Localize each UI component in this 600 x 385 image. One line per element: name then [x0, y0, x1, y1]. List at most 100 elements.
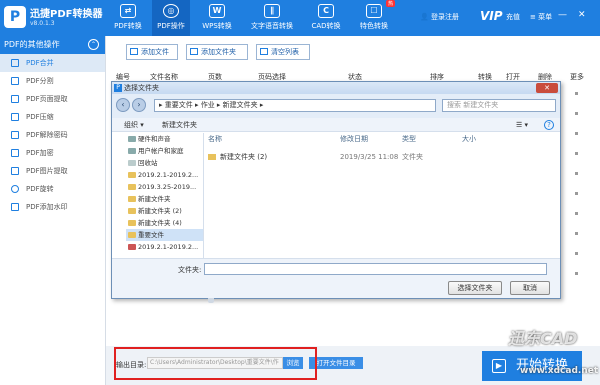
watermark-brand: 迅东CAD — [508, 329, 578, 348]
menu-button[interactable]: ≡ 菜单 — [530, 12, 552, 22]
tree-item[interactable]: 硬件和声音 — [126, 133, 203, 145]
folder-icon — [128, 220, 136, 226]
recharge-link[interactable]: 充值 — [506, 12, 520, 22]
select-folder-dialog: P 选择文件夹 ✕ ‹ › ▸ 重要文件 ▸ 作业 ▸ 新建文件夹 ▸ 搜索 新建文… — [111, 81, 561, 303]
more-dots[interactable] — [575, 272, 578, 275]
address-bar: ‹ › ▸ 重要文件 ▸ 作业 ▸ 新建文件夹 ▸ 搜索 新建文件夹 — [112, 94, 560, 118]
image-icon — [11, 167, 19, 175]
add-folder-button[interactable]: 添加文件夹 — [186, 44, 248, 60]
close-button[interactable]: ✕ — [578, 10, 586, 20]
list-header-date[interactable]: 修改日期 — [340, 133, 368, 145]
nav-cad[interactable]: C CAD转换 — [306, 0, 346, 36]
minimize-button[interactable]: — — [558, 10, 567, 20]
app-logo: P — [4, 6, 26, 28]
sidebar-item-encrypt[interactable]: PDF加密 — [0, 144, 105, 162]
chevron-up-icon[interactable]: ⌃ — [88, 39, 99, 50]
sidebar-item-unlock[interactable]: PDF解除密码 — [0, 126, 105, 144]
tree-item[interactable]: 新建文件夹 (4) — [126, 217, 203, 229]
sidebar-item-compress[interactable]: PDF压缩 — [0, 108, 105, 126]
nav-pdf-convert[interactable]: ⇄ PDF转换 — [110, 0, 146, 36]
command-bar: 组织 ▾ 新建文件夹 ☰ ▾ ? — [112, 118, 560, 132]
select-folder-button[interactable]: 选择文件夹 — [448, 281, 502, 295]
hot-badge: 热 — [385, 0, 395, 7]
trash-icon — [260, 48, 268, 55]
add-folder-icon — [190, 48, 198, 55]
back-button[interactable]: ‹ — [116, 98, 130, 112]
sidebar-item-rotate[interactable]: PDF旋转 — [0, 180, 105, 198]
list-header-name[interactable]: 名称 — [208, 133, 222, 145]
more-dots[interactable] — [575, 192, 578, 195]
folder-tree: 硬件和声音 用户帐户和家庭 回收站 2019.2.1-2019.2... 201… — [126, 133, 214, 303]
more-dots[interactable] — [575, 212, 578, 215]
highlight-box — [114, 347, 317, 380]
pdf-ops-icon: ◎ — [163, 4, 179, 18]
watermark-icon — [11, 203, 19, 211]
lock-icon — [11, 149, 19, 157]
forward-button[interactable]: › — [132, 98, 146, 112]
archive-icon — [128, 244, 136, 250]
hardware-icon — [128, 136, 136, 142]
search-input[interactable]: 搜索 新建文件夹 — [442, 99, 556, 112]
nav-pdf-ops[interactable]: ◎ PDF操作 — [152, 0, 190, 36]
folder-icon — [128, 208, 136, 214]
sidebar: PDF的其他操作 ⌃ PDF合并 PDF分割 PDF页面提取 PDF压缩 PDF解… — [0, 36, 106, 385]
more-dots[interactable] — [575, 252, 578, 255]
list-header-type[interactable]: 类型 — [402, 133, 416, 145]
more-dots[interactable] — [575, 152, 578, 155]
wps-icon: W — [209, 4, 225, 18]
folder-icon — [128, 172, 136, 178]
list-item[interactable]: 新建文件夹 (2) 2019/3/25 11:08 文件夹 — [208, 151, 548, 163]
pdf-convert-icon: ⇄ — [120, 4, 136, 18]
more-dots[interactable] — [575, 92, 578, 95]
open-output-dir-button[interactable]: 打开文件目录 — [309, 357, 363, 369]
folder-icon — [208, 154, 216, 160]
clear-list-button[interactable]: 清空列表 — [256, 44, 310, 60]
more-dots[interactable] — [575, 232, 578, 235]
cancel-button[interactable]: 取消 — [510, 281, 550, 295]
tree-item[interactable]: 回收站 — [126, 157, 203, 169]
nav-voice[interactable]: ∥ 文字语音转换 — [244, 0, 300, 36]
tree-item[interactable]: 新建文件夹 — [126, 193, 203, 205]
sidebar-item-extract-pages[interactable]: PDF页面提取 — [0, 90, 105, 108]
watermark-url: www.xdcad.net — [520, 366, 599, 376]
file-list: 名称 修改日期 类型 大小 新建文件夹 (2) 2019/3/25 11:08 … — [204, 133, 560, 276]
more-dots[interactable] — [575, 112, 578, 115]
folder-name-label: 文件夹: — [178, 266, 202, 274]
tree-item[interactable]: 2019.2.1-2019.2... — [126, 169, 203, 181]
sidebar-item-merge[interactable]: PDF合并 — [0, 54, 105, 72]
play-icon: ▶ — [492, 359, 506, 373]
more-dots[interactable] — [575, 132, 578, 135]
folder-name-input[interactable] — [204, 263, 547, 275]
more-dots[interactable] — [575, 172, 578, 175]
app-small-icon: P — [114, 84, 122, 92]
special-icon: ☐ — [366, 4, 382, 18]
view-menu-icon[interactable]: ☰ ▾ — [516, 118, 528, 132]
organize-menu[interactable]: 组织 ▾ — [124, 118, 144, 132]
new-folder-button[interactable]: 新建文件夹 — [162, 118, 197, 132]
dialog-close-button[interactable]: ✕ — [536, 83, 558, 93]
list-header-size[interactable]: 大小 — [462, 133, 476, 145]
tree-item[interactable]: 新建文件夹 (2) — [126, 205, 203, 217]
nav-special[interactable]: ☐ 特色转换热 — [350, 0, 398, 36]
login-link[interactable]: 👤 登录注册 — [420, 12, 459, 22]
tree-item[interactable]: 2019.3.25-2019... — [126, 181, 203, 193]
address-input[interactable]: ▸ 重要文件 ▸ 作业 ▸ 新建文件夹 ▸ — [154, 99, 436, 112]
unlock-icon — [11, 131, 19, 139]
dialog-footer: 文件夹: 选择文件夹 取消 — [112, 258, 560, 298]
tree-item[interactable]: 2019.2.1-2019.2... — [126, 241, 203, 253]
sidebar-item-extract-images[interactable]: PDF图片提取 — [0, 162, 105, 180]
tree-item[interactable]: 用户帐户和家庭 — [126, 145, 203, 157]
sidebar-item-split[interactable]: PDF分割 — [0, 72, 105, 90]
voice-icon: ∥ — [264, 4, 280, 18]
sidebar-header[interactable]: PDF的其他操作 ⌃ — [0, 36, 105, 54]
dialog-titlebar: P 选择文件夹 ✕ — [112, 82, 560, 94]
nav-wps[interactable]: W WPS转换 — [198, 0, 236, 36]
help-icon[interactable]: ? — [544, 120, 554, 130]
tree-item-selected[interactable]: 重要文件 — [126, 229, 203, 241]
extract-icon — [11, 95, 19, 103]
sidebar-item-watermark[interactable]: PDF添加水印 — [0, 198, 105, 216]
app-version: v8.0.1.3 — [30, 20, 55, 27]
add-file-button[interactable]: 添加文件 — [126, 44, 178, 60]
folder-icon — [128, 232, 136, 238]
merge-icon — [11, 59, 19, 67]
